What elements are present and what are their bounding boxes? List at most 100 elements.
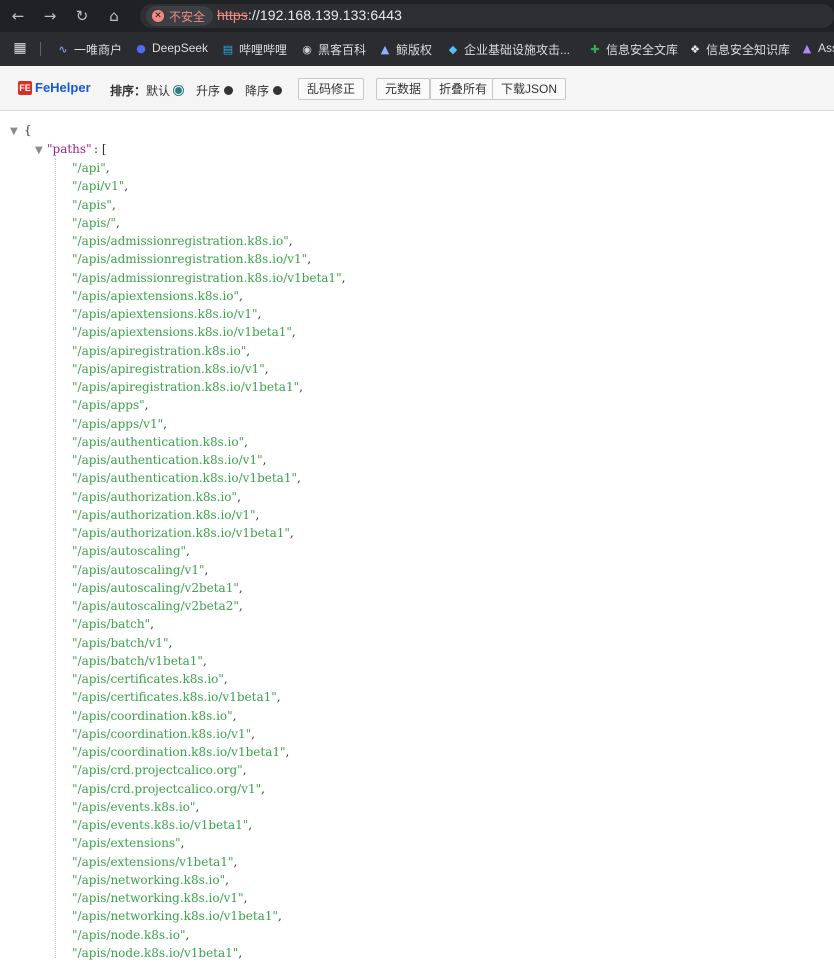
- comma: ,: [341, 270, 346, 285]
- collapse-paths-icon[interactable]: ▼: [35, 145, 43, 156]
- comma: ,: [225, 872, 229, 887]
- json-array-item: "/apis/apiextensions.k8s.io/v1beta1",: [72, 323, 296, 341]
- comma: ,: [261, 781, 265, 796]
- json-array-item: "/apis/node.k8s.io",: [72, 926, 189, 944]
- json-string-value: /apis/: [77, 215, 111, 230]
- bookmark-item[interactable]: ● DeepSeek: [134, 41, 208, 55]
- collapse-all-button[interactable]: 折叠所有: [430, 78, 497, 100]
- radio-icon: [273, 86, 283, 96]
- triangle-icon: ▲: [802, 41, 812, 55]
- json-array-item: "/apis/crd.projectcalico.org/v1",: [72, 780, 265, 798]
- json-string-value: /apis/apiextensions.k8s.io/v1: [77, 307, 252, 321]
- bookmark-item[interactable]: ∿ 一唯商户: [56, 41, 122, 58]
- json-string-value: /apis/apiextensions.k8s.io/v1beta1: [77, 325, 287, 340]
- sort-default-option[interactable]: 默认: [146, 82, 184, 99]
- bookmark-item[interactable]: ▲Ass: [800, 41, 834, 55]
- json-array-item: "/apis/autoscaling",: [72, 542, 190, 560]
- fix-encoding-button[interactable]: 乱码修正: [298, 78, 365, 100]
- back-arrow-icon[interactable]: ←: [8, 6, 28, 26]
- json-array-item: "/apis/admissionregistration.k8s.io/v1be…: [72, 269, 345, 287]
- bookmark-item[interactable]: ▲ 鲸版权: [378, 41, 432, 58]
- home-icon[interactable]: ⌂: [104, 6, 124, 26]
- bookmark-item[interactable]: ◆ 企业基础设施攻击...: [446, 41, 570, 58]
- radio-icon: [224, 86, 234, 96]
- json-string-value: /api: [77, 161, 101, 175]
- comma: ,: [264, 361, 269, 376]
- json-array-item: "/apis/coordination.k8s.io/v1beta1",: [72, 743, 289, 761]
- sort-desc-option[interactable]: 降序: [245, 82, 283, 99]
- sort-asc-option[interactable]: 升序: [196, 82, 234, 99]
- json-string-value: /apis/authorization.k8s.io/v1: [77, 507, 250, 522]
- json-string-value: /apis/extensions: [77, 836, 176, 851]
- json-array-item: "/apis/coordination.k8s.io",: [72, 707, 237, 725]
- json-array-item: "/apis/apps",: [72, 396, 148, 414]
- bilibili-icon: ▤: [222, 43, 234, 56]
- json-array-item: "/api/v1",: [72, 177, 128, 195]
- comma: ,: [223, 672, 228, 686]
- json-string-value: /apis/events.k8s.io/v1beta1: [77, 818, 243, 832]
- array-open: : [: [94, 142, 107, 156]
- forward-arrow-icon[interactable]: →: [40, 6, 60, 26]
- comma: ,: [242, 763, 247, 778]
- bookmark-item[interactable]: ✚ 信息安全文库: [588, 41, 678, 58]
- comma: ,: [276, 690, 281, 705]
- comma: ,: [291, 325, 296, 340]
- apps-grid-icon[interactable]: ▦: [13, 40, 27, 56]
- json-string-value: /apis/autoscaling/v2beta1: [77, 580, 234, 595]
- radio-selected-icon: [174, 86, 184, 96]
- json-string-value: /apis/authorization.k8s.io/v1beta1: [77, 526, 285, 540]
- json-array-item: "/apis",: [72, 196, 116, 214]
- fehelper-toolbar: FE FeHelper 排序： 默认 升序 降序 乱码修正 元数据 折叠所有 下…: [0, 66, 834, 111]
- json-array-item: "/apis/apiregistration.k8s.io/v1",: [72, 360, 269, 378]
- json-key-paths: "paths": [47, 142, 92, 156]
- comma: ,: [288, 234, 293, 248]
- fehelper-brand: FeHelper: [35, 80, 91, 95]
- security-indicator[interactable]: ✕ 不安全: [146, 6, 214, 26]
- json-array-item: "/apis/certificates.k8s.io/v1beta1",: [72, 688, 281, 706]
- json-array-item: "/apis/authorization.k8s.io/v1",: [72, 506, 259, 524]
- json-string-value: /apis/crd.projectcalico.org/v1: [77, 781, 256, 796]
- comma: ,: [111, 197, 116, 212]
- sort-desc-label: 降序: [245, 84, 270, 98]
- url-text[interactable]: https://192.168.139.133:6443: [217, 7, 402, 23]
- json-array-item: "/apis/certificates.k8s.io",: [72, 670, 228, 688]
- comma: ,: [239, 288, 243, 303]
- bookmark-item[interactable]: ▤ 哔哩哔哩: [221, 41, 287, 58]
- json-string-value: /apis/certificates.k8s.io: [77, 672, 219, 686]
- comma: ,: [204, 562, 209, 577]
- reload-icon[interactable]: ↻: [72, 6, 92, 26]
- json-string-value: /apis/authentication.k8s.io/v1: [77, 453, 258, 467]
- json-string-value: /apis/autoscaling: [77, 544, 181, 559]
- json-string-value: /apis/coordination.k8s.io/v1beta1: [77, 745, 280, 759]
- json-string-value: /apis/authentication.k8s.io/v1beta1: [77, 471, 292, 486]
- comma: ,: [289, 526, 294, 540]
- comma: ,: [150, 617, 154, 632]
- sort-label: 排序：: [110, 84, 147, 98]
- comma: ,: [285, 745, 290, 759]
- comma: ,: [257, 307, 262, 321]
- comma: ,: [232, 708, 237, 723]
- json-array-item: "/apis/batch",: [72, 615, 154, 633]
- json-string-value: /apis/crd.projectcalico.org: [77, 763, 238, 778]
- raw-data-button[interactable]: 元数据: [376, 78, 431, 100]
- comma: ,: [144, 398, 149, 413]
- comma: ,: [202, 653, 207, 668]
- globe-icon: ◉: [302, 43, 312, 56]
- json-array-item: "/apis/authentication.k8s.io",: [72, 433, 248, 451]
- collapse-root-icon[interactable]: ▼: [10, 126, 18, 137]
- browser-toolbar: ← → ↻ ⌂ ✕ 不安全 https://192.168.139.133:64…: [0, 0, 834, 32]
- comma: ,: [246, 343, 251, 358]
- json-string-value: /apis/batch/v1beta1: [77, 653, 198, 668]
- comma: ,: [238, 599, 243, 613]
- download-json-button[interactable]: 下载JSON: [492, 78, 567, 100]
- json-viewer: ▼ { ▼ "paths" : [ "/api", "/api/v1", "/api…: [0, 110, 834, 960]
- bookmark-item[interactable]: ❖ 信息安全知识库: [688, 41, 790, 58]
- json-string-value: /apis/apiregistration.k8s.io: [77, 343, 241, 358]
- bookmark-item[interactable]: ◉ 黑客百科: [300, 41, 366, 58]
- fehelper-logo[interactable]: FE FeHelper: [18, 80, 91, 95]
- comma: ,: [180, 836, 185, 851]
- comma: ,: [163, 416, 167, 431]
- json-string-value: /apis/node.k8s.io/v1beta1: [77, 945, 233, 960]
- insecure-label: 不安全: [169, 9, 206, 24]
- json-array-item: "/apis/events.k8s.io",: [72, 798, 199, 816]
